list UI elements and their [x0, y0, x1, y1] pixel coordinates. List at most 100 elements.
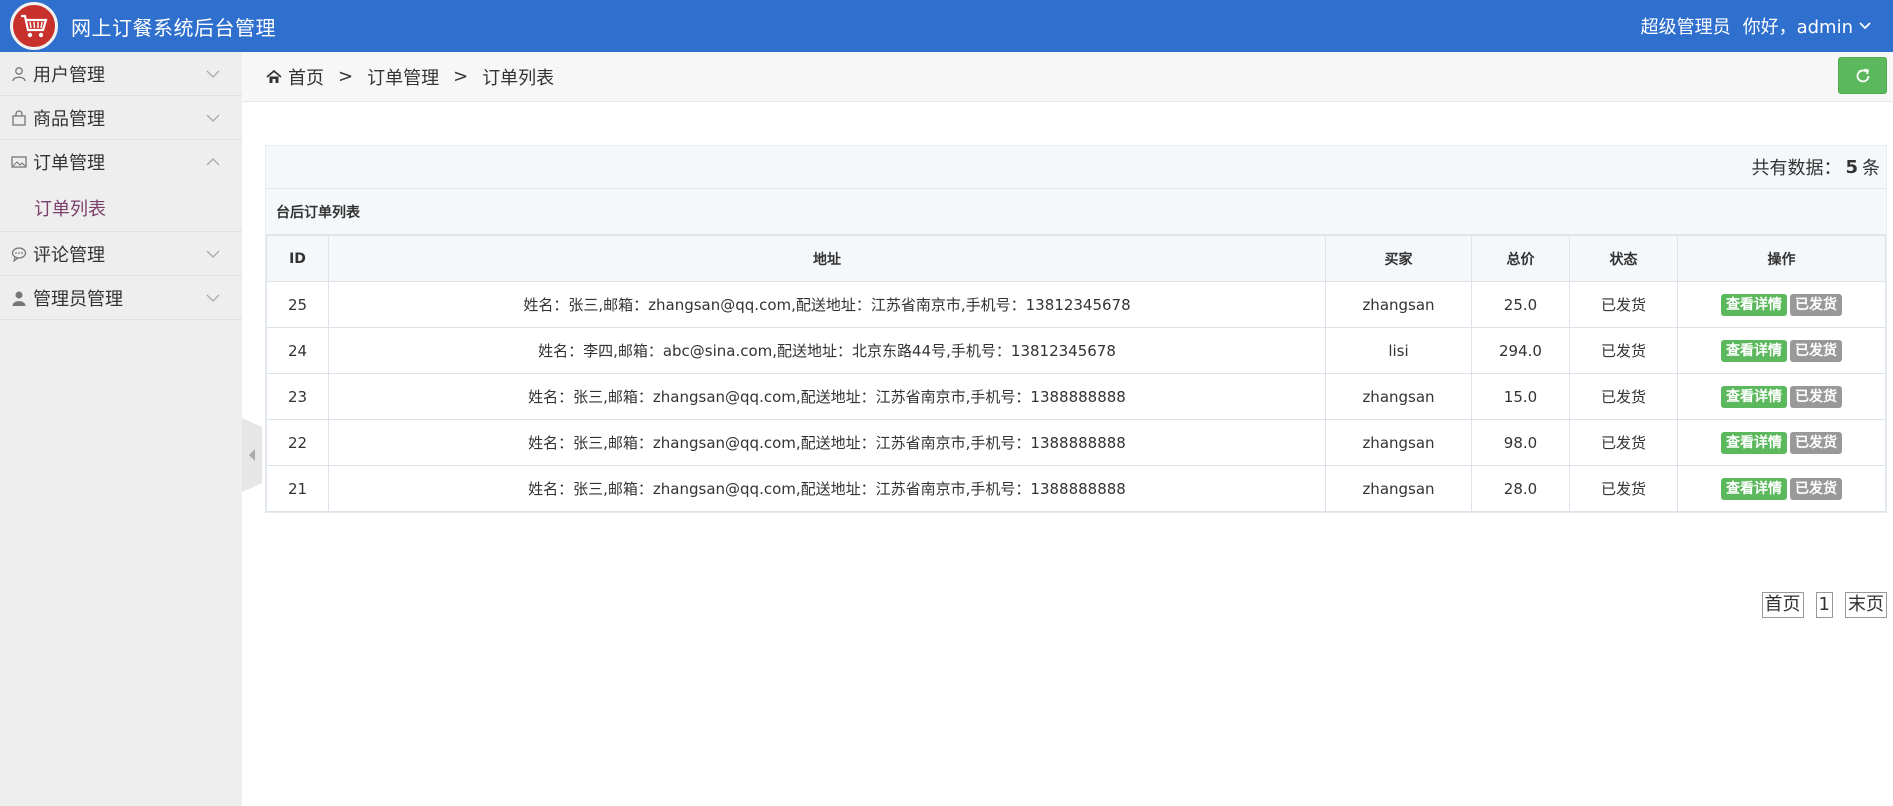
sidebar-item-comments[interactable]: 评论管理 [0, 232, 242, 276]
sidebar-item-admins[interactable]: 管理员管理 [0, 276, 242, 320]
cell-total: 98.0 [1471, 419, 1570, 466]
sidebar: 用户管理 商品管理 订单管理 订单列表 评论管理 管理员管理 [0, 52, 242, 806]
view-detail-button[interactable]: 查看详情 [1721, 477, 1787, 500]
person-icon [10, 289, 28, 307]
user-menu[interactable]: 超级管理员 你好，admin [1641, 0, 1871, 52]
cell-address: 姓名：张三,邮箱：zhangsan@qq.com,配送地址：江苏省南京市,手机号… [328, 465, 1326, 512]
col-buyer: 买家 [1325, 235, 1472, 282]
cell-actions: 查看详情 已发货 [1677, 373, 1886, 420]
view-detail-button[interactable]: 查看详情 [1721, 385, 1787, 408]
sidebar-item-label: 用户管理 [33, 64, 105, 86]
sidebar-subitem-label: 订单列表 [34, 198, 106, 220]
total-suffix: 条 [1862, 158, 1880, 179]
total-count: 5 [1845, 156, 1858, 178]
col-address: 地址 [328, 235, 1326, 282]
table-row: 21 姓名：张三,邮箱：zhangsan@qq.com,配送地址：江苏省南京市,… [266, 465, 1886, 512]
sidebar-item-label: 订单管理 [33, 153, 105, 174]
order-panel: 共有数据： 5 条 台后订单列表 ID 地址 买家 总价 状态 操作 25 姓名… [265, 145, 1887, 513]
table-caption: 台后订单列表 [266, 189, 1886, 235]
table-row: 22 姓名：张三,邮箱：zhangsan@qq.com,配送地址：江苏省南京市,… [266, 419, 1886, 466]
cell-total: 15.0 [1471, 373, 1570, 420]
shipped-button[interactable]: 已发货 [1790, 339, 1842, 362]
cell-buyer: zhangsan [1325, 419, 1472, 466]
cell-id: 25 [266, 281, 329, 328]
cell-actions: 查看详情 已发货 [1677, 327, 1886, 374]
order-table: ID 地址 买家 总价 状态 操作 25 姓名：张三,邮箱：zhangsan@q… [266, 235, 1886, 512]
refresh-button[interactable] [1838, 57, 1887, 94]
bag-icon [10, 109, 28, 127]
cell-total: 28.0 [1471, 465, 1570, 512]
breadcrumb-level2: 订单列表 [482, 67, 555, 89]
cell-id: 23 [266, 373, 329, 420]
col-total: 总价 [1471, 235, 1570, 282]
breadcrumb-home[interactable]: 首页 [288, 64, 324, 90]
cell-actions: 查看详情 已发货 [1677, 465, 1886, 512]
pager-first[interactable]: 首页 [1761, 592, 1804, 618]
cell-buyer: lisi [1325, 327, 1472, 374]
breadcrumb-separator: > [338, 66, 354, 87]
view-detail-button[interactable]: 查看详情 [1721, 339, 1787, 362]
cell-address: 姓名：张三,邮箱：zhangsan@qq.com,配送地址：江苏省南京市,手机号… [328, 281, 1326, 328]
sidebar-item-label: 商品管理 [33, 108, 105, 130]
app-title: 网上订餐系统后台管理 [71, 15, 276, 40]
pager-page[interactable]: 1 [1815, 592, 1833, 618]
breadcrumb: 首页 > 订单管理 > 订单列表 [242, 52, 1893, 102]
cart-logo-icon [10, 2, 58, 50]
col-status: 状态 [1569, 235, 1678, 282]
view-detail-button[interactable]: 查看详情 [1721, 431, 1787, 454]
cell-status: 已发货 [1569, 281, 1678, 328]
chevron-down-icon [206, 70, 220, 78]
view-detail-button[interactable]: 查看详情 [1721, 293, 1787, 316]
cell-address: 姓名：张三,邮箱：zhangsan@qq.com,配送地址：江苏省南京市,手机号… [328, 373, 1326, 420]
cell-address: 姓名：张三,邮箱：zhangsan@qq.com,配送地址：江苏省南京市,手机号… [328, 419, 1326, 466]
chevron-down-icon [206, 114, 220, 122]
sidebar-item-users[interactable]: 用户管理 [0, 52, 242, 96]
table-row: 23 姓名：张三,邮箱：zhangsan@qq.com,配送地址：江苏省南京市,… [266, 373, 1886, 420]
breadcrumb-level1[interactable]: 订单管理 [367, 64, 439, 90]
col-actions: 操作 [1677, 235, 1886, 282]
pagination: 首页 1 末页 [1761, 592, 1887, 618]
chevron-down-icon [206, 250, 220, 258]
cell-actions: 查看详情 已发货 [1677, 419, 1886, 466]
shipped-button[interactable]: 已发货 [1790, 385, 1842, 408]
table-header-row: ID 地址 买家 总价 状态 操作 [266, 235, 1886, 282]
chevron-down-icon [206, 294, 220, 302]
shipped-button[interactable]: 已发货 [1790, 293, 1842, 316]
cell-id: 21 [266, 465, 329, 512]
cell-buyer: zhangsan [1325, 373, 1472, 420]
image-icon [10, 153, 28, 171]
total-count-bar: 共有数据： 5 条 [266, 146, 1886, 189]
sidebar-subitem-order-list[interactable]: 订单列表 [0, 184, 242, 232]
cell-status: 已发货 [1569, 465, 1678, 512]
breadcrumb-separator: > [453, 66, 469, 87]
sidebar-item-products[interactable]: 商品管理 [0, 96, 242, 140]
top-header: 网上订餐系统后台管理 超级管理员 你好，admin [0, 0, 1893, 52]
user-icon [10, 65, 28, 83]
cell-status: 已发货 [1569, 373, 1678, 420]
table-row: 25 姓名：张三,邮箱：zhangsan@qq.com,配送地址：江苏省南京市,… [266, 281, 1886, 328]
chevron-up-icon [206, 158, 220, 166]
cell-buyer: zhangsan [1325, 465, 1472, 512]
cell-buyer: zhangsan [1325, 281, 1472, 328]
main-content: 首页 > 订单管理 > 订单列表 共有数据： 5 条 台后订单列表 ID 地址 … [242, 52, 1893, 806]
cell-actions: 查看详情 已发货 [1677, 281, 1886, 328]
col-id: ID [266, 235, 329, 282]
shipped-button[interactable]: 已发货 [1790, 431, 1842, 454]
sidebar-item-orders[interactable]: 订单管理 [0, 140, 242, 184]
shipped-button[interactable]: 已发货 [1790, 477, 1842, 500]
chat-icon [10, 245, 28, 263]
home-icon [266, 69, 282, 83]
sidebar-item-label: 管理员管理 [33, 288, 123, 310]
cell-total: 294.0 [1471, 327, 1570, 374]
pager-last[interactable]: 末页 [1845, 592, 1887, 618]
user-greeting[interactable]: 你好，admin [1743, 13, 1853, 39]
user-role: 超级管理员 [1640, 17, 1731, 38]
cell-address: 姓名：李四,邮箱：abc@sina.com,配送地址：北京东路44号,手机号：1… [328, 327, 1326, 374]
cell-id: 22 [266, 419, 329, 466]
cell-status: 已发货 [1569, 419, 1678, 466]
sidebar-item-label: 评论管理 [33, 244, 105, 266]
cell-total: 25.0 [1471, 281, 1570, 328]
chevron-down-icon[interactable] [1859, 20, 1871, 32]
table-row: 24 姓名：李四,邮箱：abc@sina.com,配送地址：北京东路44号,手机… [266, 327, 1886, 374]
cell-id: 24 [266, 327, 329, 374]
